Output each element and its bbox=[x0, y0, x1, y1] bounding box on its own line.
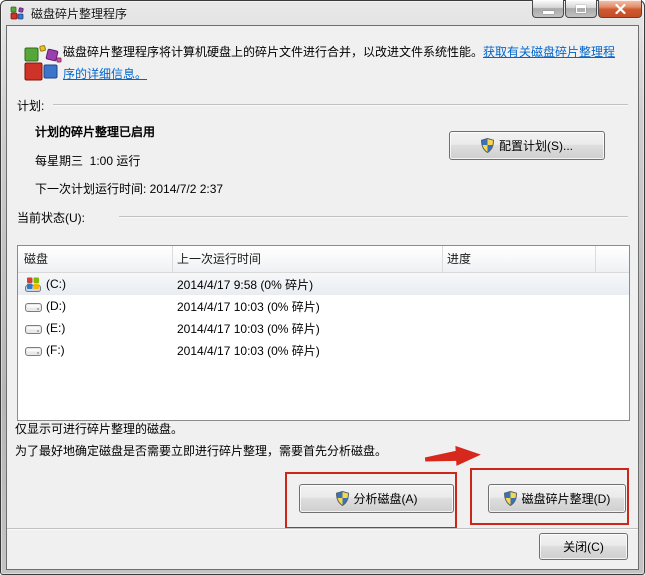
current-status-label: 当前状态(U): bbox=[17, 211, 85, 225]
last-run-value: 2014/4/17 9:58 (0% 碎片) bbox=[177, 277, 314, 292]
last-run-value: 2014/4/17 10:03 (0% 碎片) bbox=[177, 343, 320, 358]
table-row[interactable]: (C:) 2014/4/17 9:58 (0% 碎片) bbox=[18, 273, 629, 295]
disk-label: (E:) bbox=[46, 321, 66, 335]
drive-icon bbox=[24, 322, 42, 335]
last-run-value: 2014/4/17 10:03 (0% 碎片) bbox=[177, 299, 320, 314]
configure-schedule-label: 配置计划(S)... bbox=[499, 139, 573, 153]
description-text: 磁盘碎片整理程序将计算机硬盘上的碎片文件进行合并，以改进文件系统性能。获取有关磁… bbox=[63, 41, 619, 85]
column-header-progress[interactable]: 进度 bbox=[443, 246, 596, 272]
close-button[interactable]: 关闭(C) bbox=[539, 533, 628, 560]
defrag-app-icon-large bbox=[21, 45, 63, 90]
schedule-section-label: 计划: bbox=[17, 99, 45, 113]
last-run-value: 2014/4/17 10:03 (0% 碎片) bbox=[177, 321, 320, 336]
close-icon bbox=[614, 3, 626, 14]
defrag-window: 磁盘碎片整理程序 磁盘碎片整理程序将计算机硬盘上的碎片文件进行合并，以改进文件系… bbox=[0, 0, 645, 575]
disk-table-header: 磁盘 上一次运行时间 进度 bbox=[18, 246, 629, 273]
schedule-status: 计划的碎片整理已启用 bbox=[35, 125, 156, 139]
system-drive-icon bbox=[24, 277, 42, 292]
schedule-next-run: 下一次计划运行时间: 2014/7/2 2:37 bbox=[35, 182, 224, 196]
analyze-disk-button[interactable]: 分析磁盘(A) bbox=[299, 484, 454, 513]
schedule-frequency: 每星期三 1:00 运行 bbox=[35, 154, 141, 168]
close-label: 关闭(C) bbox=[563, 540, 604, 554]
uac-shield-icon bbox=[335, 491, 349, 506]
defrag-app-icon bbox=[10, 6, 25, 21]
note-analyze-first: 为了最好地确定磁盘是否需要立即进行碎片整理，需要首先分析磁盘。 bbox=[15, 444, 388, 458]
dialog-body: 磁盘碎片整理程序将计算机硬盘上的碎片文件进行合并，以改进文件系统性能。获取有关磁… bbox=[7, 26, 638, 569]
close-window-button[interactable] bbox=[598, 0, 642, 18]
drive-icon bbox=[24, 344, 42, 357]
minimize-button[interactable] bbox=[532, 0, 564, 18]
uac-shield-icon bbox=[481, 138, 494, 153]
window-title: 磁盘碎片整理程序 bbox=[31, 7, 128, 21]
description-main: 磁盘碎片整理程序将计算机硬盘上的碎片文件进行合并，以改进文件系统性能。 bbox=[63, 45, 484, 59]
schedule-separator bbox=[53, 104, 628, 105]
table-row[interactable]: (D:) 2014/4/17 10:03 (0% 碎片) bbox=[18, 295, 629, 317]
drive-icon bbox=[24, 300, 42, 313]
disk-label: (F:) bbox=[46, 343, 65, 357]
footer-separator bbox=[7, 528, 638, 529]
column-header-disk[interactable]: 磁盘 bbox=[18, 246, 173, 272]
current-status-separator bbox=[119, 216, 628, 217]
configure-schedule-button[interactable]: 配置计划(S)... bbox=[449, 131, 605, 160]
note-only-defraggable: 仅显示可进行碎片整理的磁盘。 bbox=[15, 422, 184, 436]
defragment-disk-button[interactable]: 磁盘碎片整理(D) bbox=[488, 484, 626, 513]
table-row[interactable]: (F:) 2014/4/17 10:03 (0% 碎片) bbox=[18, 339, 629, 361]
maximize-icon bbox=[576, 4, 586, 13]
defragment-disk-label: 磁盘碎片整理(D) bbox=[521, 492, 611, 506]
maximize-button[interactable] bbox=[565, 0, 597, 18]
column-header-last-run[interactable]: 上一次运行时间 bbox=[173, 246, 443, 272]
table-row[interactable]: (E:) 2014/4/17 10:03 (0% 碎片) bbox=[18, 317, 629, 339]
disk-label: (C:) bbox=[46, 277, 66, 291]
uac-shield-icon bbox=[503, 491, 517, 506]
minimize-icon bbox=[542, 10, 554, 14]
disk-label: (D:) bbox=[46, 299, 66, 313]
disk-table: 磁盘 上一次运行时间 进度 (C:) 2014/4/17 9:58 (0% 碎片… bbox=[17, 245, 630, 421]
analyze-disk-label: 分析磁盘(A) bbox=[353, 492, 418, 506]
